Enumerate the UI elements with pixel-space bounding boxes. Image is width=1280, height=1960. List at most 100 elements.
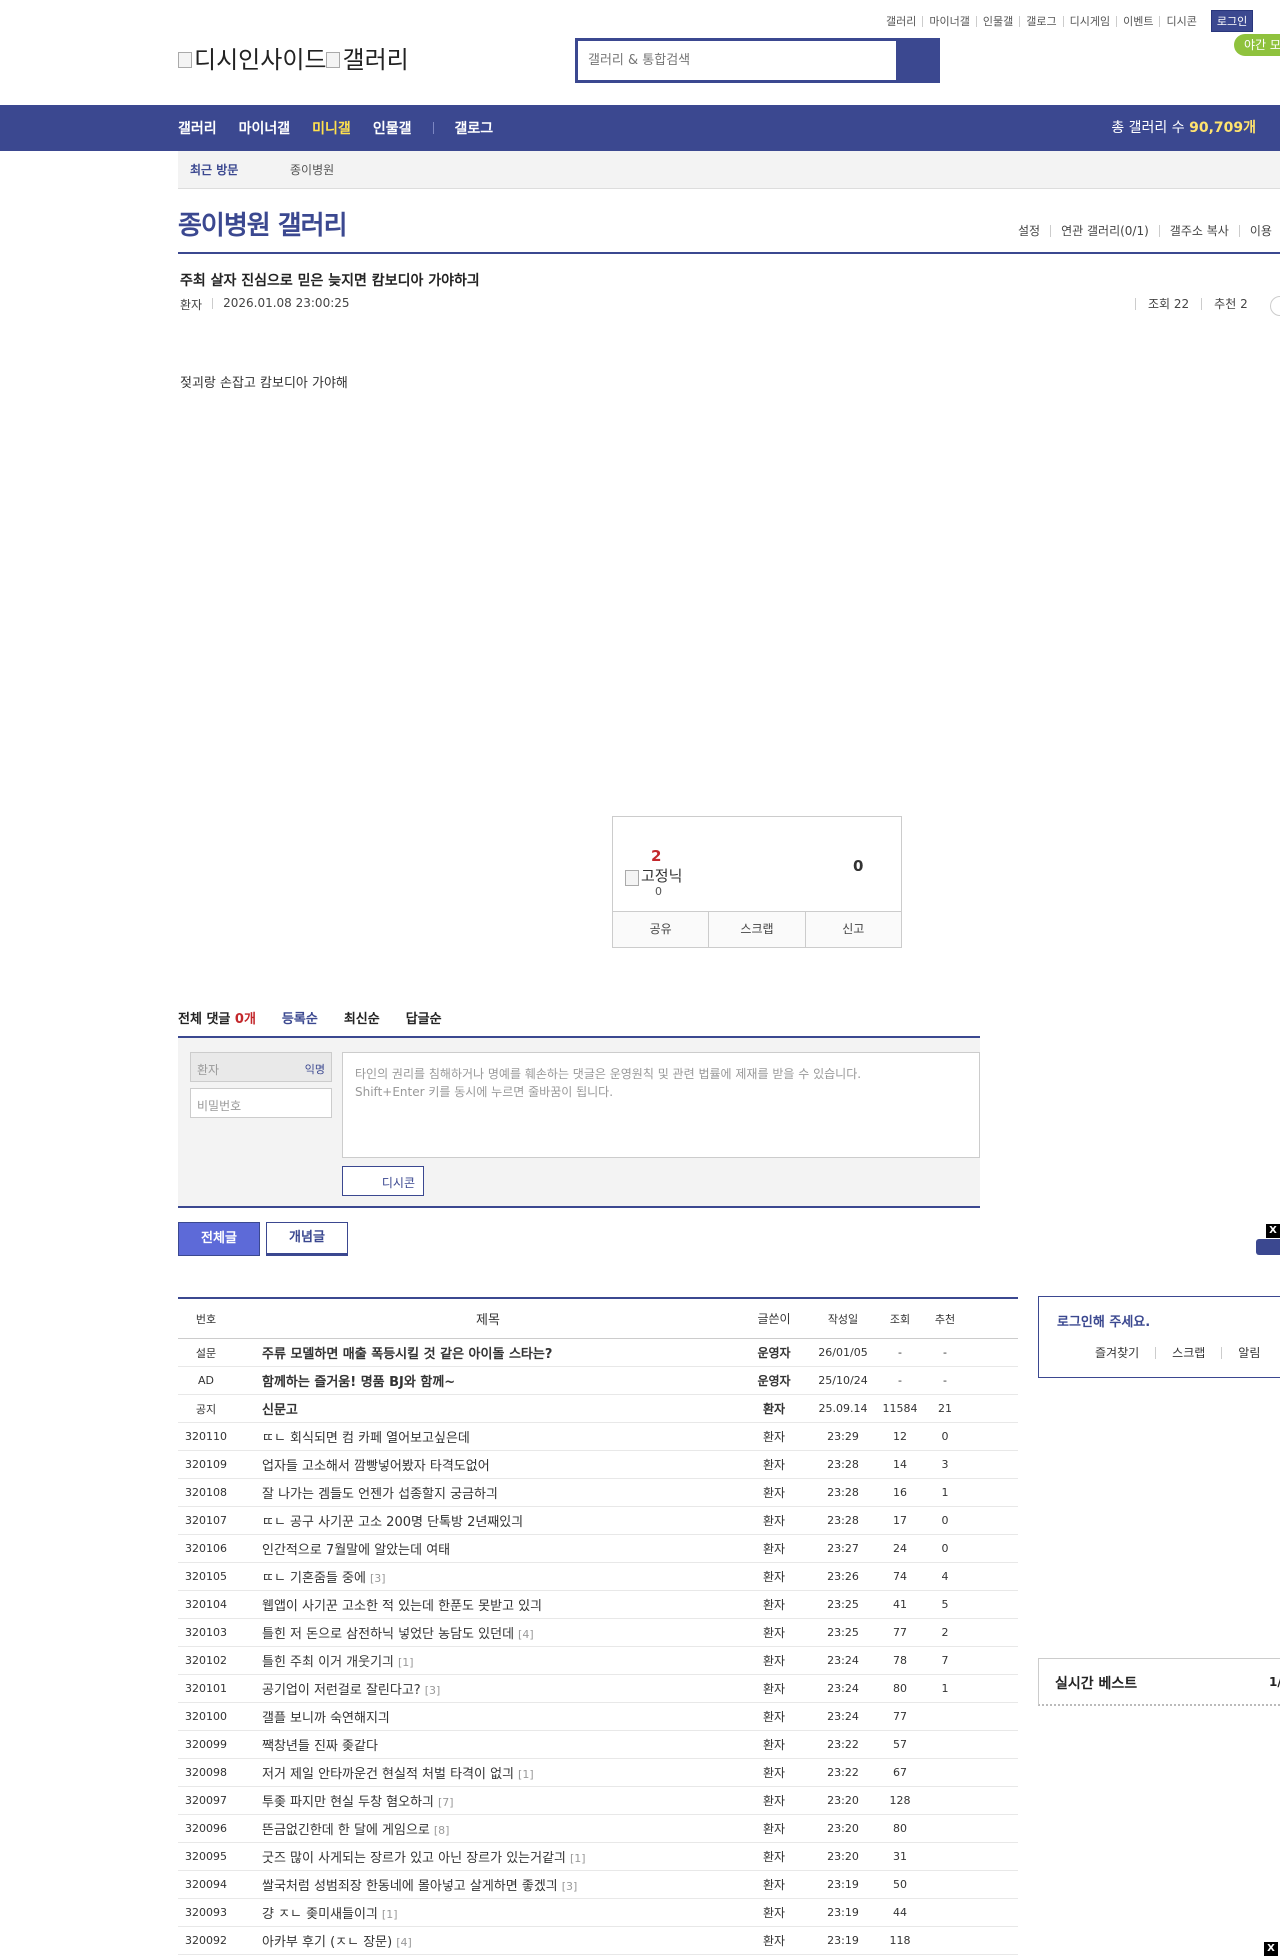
row-writer[interactable]: 환자 — [742, 1876, 806, 1893]
gallery-settings-link[interactable]: 설정 — [1008, 225, 1050, 237]
nav-item-person[interactable]: 인물갤 — [373, 118, 412, 138]
row-title[interactable]: 공기업이 저런걸로 잘린다고? [3] — [234, 1679, 742, 1698]
night-mode-toggle[interactable]: 야간 모 — [1234, 34, 1280, 56]
nav-item-mini[interactable]: 미니갤 — [312, 118, 351, 138]
sort-by-registered[interactable]: 등록순 — [282, 1008, 318, 1027]
recent-visit-item[interactable]: 종이병원 — [290, 161, 334, 178]
nav-item-gallery[interactable]: 갤러리 — [178, 118, 217, 138]
usage-link[interactable]: 이용 — [1238, 225, 1280, 237]
share-button[interactable]: 공유 — [613, 912, 708, 947]
row-title-text[interactable]: 함께하는 즐거움! 명품 BJ와 함께~ — [262, 1375, 455, 1390]
search-input[interactable] — [578, 41, 896, 80]
scrap-link[interactable]: 스크랩 — [1155, 1347, 1221, 1359]
row-comment-count[interactable]: [1] — [570, 1852, 586, 1865]
row-writer[interactable]: 환자 — [742, 1456, 806, 1473]
row-title[interactable]: 갤플 보니까 숙연해지긔 — [234, 1707, 742, 1726]
row-title[interactable]: 쌀국처럼 성범죄장 한동네에 몰아넣고 살게하면 좋겠긔 [3] — [234, 1875, 742, 1894]
row-title[interactable]: 함께하는 즐거움! 명품 BJ와 함께~ — [234, 1371, 742, 1390]
row-title[interactable]: 신문고 — [234, 1399, 742, 1418]
comment-textarea[interactable]: 타인의 권리를 침해하거나 명예를 훼손하는 댓글은 운영원칙 및 관련 법률에… — [342, 1052, 980, 1158]
favorites-link[interactable]: 즐겨찾기 — [1087, 1347, 1155, 1359]
row-title-text[interactable]: ㄸㄴ 기혼줌들 중에 — [262, 1571, 366, 1586]
row-title[interactable]: 업자들 고소해서 깜빵넣어봤자 타격도없어 — [234, 1455, 742, 1474]
row-title-text[interactable]: 짹창년들 진짜 좆같다 — [262, 1739, 378, 1754]
row-title-text[interactable]: 주류 모델하면 매출 폭등시킬 것 같은 아이돌 스타는? — [262, 1347, 552, 1362]
table-row[interactable]: 320098 저거 제일 안타까운건 현실적 처벌 타격이 없긔 [1] 환자 23:2… — [178, 1759, 1018, 1787]
row-writer[interactable]: 환자 — [742, 1848, 806, 1865]
row-title[interactable]: 인간적으로 7월말에 알았는데 여태 — [234, 1539, 742, 1558]
row-title[interactable]: ㄸㄴ 회식되면 컴 카페 열어보고싶은데 — [234, 1427, 742, 1446]
row-writer[interactable]: 환자 — [742, 1540, 806, 1557]
row-title-text[interactable]: 틀힌 주최 이거 개웃기긔 — [262, 1655, 394, 1670]
gallery-title[interactable]: 종이병원 갤러리 — [178, 205, 347, 242]
row-comment-count[interactable]: [4] — [396, 1936, 412, 1949]
util-link-event[interactable]: 이벤트 — [1116, 15, 1159, 27]
row-title[interactable]: ㄸㄴ 기혼줌들 중에 [3] — [234, 1567, 742, 1586]
table-row[interactable]: AD 함께하는 즐거움! 명품 BJ와 함께~ 운영자 25/10/24 - - — [178, 1367, 1018, 1395]
table-row[interactable]: 320093 걍 ㅈㄴ 좆미새들이긔 [1] 환자 23:19 44 — [178, 1899, 1018, 1927]
row-title-text[interactable]: 뜬금없긴한데 한 달에 게임으로 — [262, 1823, 430, 1838]
row-writer[interactable]: 환자 — [742, 1428, 806, 1445]
row-writer[interactable]: 환자 — [742, 1932, 806, 1949]
recent-visit-label[interactable]: 최근 방문 — [178, 161, 290, 178]
table-row[interactable]: 320095 굿즈 많이 사게되는 장르가 있고 아닌 장르가 있는거같긔 [1] 환… — [178, 1843, 1018, 1871]
row-writer[interactable]: 환자 — [742, 1680, 806, 1697]
notification-link[interactable]: 알림 — [1221, 1347, 1276, 1359]
row-writer[interactable]: 환자 — [742, 1708, 806, 1725]
row-title[interactable]: 뜬금없긴한데 한 달에 게임으로 [8] — [234, 1819, 742, 1838]
util-link-dccon[interactable]: 디시콘 — [1159, 15, 1202, 27]
row-title-text[interactable]: 인간적으로 7월말에 알았는데 여태 — [262, 1543, 450, 1558]
row-writer[interactable]: 환자 — [742, 1764, 806, 1781]
table-row[interactable]: 320094 쌀국처럼 성범죄장 한동네에 몰아넣고 살게하면 좋겠긔 [3] 환자 2… — [178, 1871, 1018, 1899]
row-writer[interactable]: 운영자 — [742, 1344, 806, 1361]
row-writer[interactable]: 환자 — [742, 1484, 806, 1501]
realtime-best-page[interactable]: 1/ — [1269, 1675, 1280, 1689]
comment-password-field[interactable]: 비밀번호 — [190, 1088, 332, 1118]
table-row[interactable]: 320092 아카부 후기 (ㅈㄴ 장문) [4] 환자 23:19 118 — [178, 1927, 1018, 1955]
row-writer[interactable]: 환자 — [742, 1736, 806, 1753]
close-icon[interactable]: X — [1266, 1224, 1280, 1238]
row-title-text[interactable]: 갤플 보니까 숙연해지긔 — [262, 1711, 390, 1726]
row-title[interactable]: 틀힌 저 돈으로 삼전하닉 넣었단 농담도 있던데 [4] — [234, 1623, 742, 1642]
table-row[interactable]: 320103 틀힌 저 돈으로 삼전하닉 넣었단 농담도 있던데 [4] 환자 23:2… — [178, 1619, 1018, 1647]
row-writer[interactable]: 환자 — [742, 1792, 806, 1809]
row-title-text[interactable]: 잘 나가는 겜들도 언젠가 섭종할지 궁금하긔 — [262, 1487, 498, 1502]
row-title-text[interactable]: 업자들 고소해서 깜빵넣어봤자 타격도없어 — [262, 1459, 490, 1474]
row-title[interactable]: 굿즈 많이 사게되는 장르가 있고 아닌 장르가 있는거같긔 [1] — [234, 1847, 742, 1866]
row-writer[interactable]: 환자 — [742, 1400, 806, 1417]
sort-by-replies[interactable]: 답글순 — [406, 1008, 442, 1027]
login-button[interactable]: 로그인 — [1210, 10, 1254, 32]
comment-name-field[interactable]: 환자 익명 — [190, 1052, 332, 1082]
table-row[interactable]: 320109 업자들 고소해서 깜빵넣어봤자 타격도없어 환자 23:28 14 3 — [178, 1451, 1018, 1479]
util-link-gallery[interactable]: 갤러리 — [880, 16, 922, 27]
row-writer[interactable]: 환자 — [742, 1652, 806, 1669]
util-link-game[interactable]: 디시게임 — [1062, 15, 1116, 27]
row-comment-count[interactable]: [7] — [438, 1796, 454, 1809]
table-row[interactable]: 320107 ㄸㄴ 공구 사기꾼 고소 200명 단톡방 2년째있긔 환자 23:28… — [178, 1507, 1018, 1535]
side-banner-edge[interactable] — [1256, 1239, 1280, 1255]
row-comment-count[interactable]: [1] — [382, 1908, 398, 1921]
row-title-text[interactable]: ㄸㄴ 공구 사기꾼 고소 200명 단톡방 2년째있긔 — [262, 1515, 523, 1530]
table-row[interactable]: 320101 공기업이 저런걸로 잘린다고? [3] 환자 23:24 80 1 — [178, 1675, 1018, 1703]
row-title[interactable]: 저거 제일 안타까운건 현실적 처벌 타격이 없긔 [1] — [234, 1763, 742, 1782]
row-comment-count[interactable]: [1] — [398, 1656, 414, 1669]
row-title-text[interactable]: 굿즈 많이 사게되는 장르가 있고 아닌 장르가 있는거같긔 — [262, 1851, 566, 1866]
row-title[interactable]: 잘 나가는 겜들도 언젠가 섭종할지 궁금하긔 — [234, 1483, 742, 1502]
row-writer[interactable]: 환자 — [742, 1820, 806, 1837]
row-title[interactable]: 주류 모델하면 매출 폭등시킬 것 같은 아이돌 스타는? — [234, 1343, 742, 1362]
table-row[interactable]: 320097 투좆 파지만 현실 두창 혐오하긔 [7] 환자 23:20 128 — [178, 1787, 1018, 1815]
row-title-text[interactable]: 투좆 파지만 현실 두창 혐오하긔 — [262, 1795, 434, 1810]
row-comment-count[interactable]: [4] — [518, 1628, 534, 1641]
sort-by-latest[interactable]: 최신순 — [344, 1008, 380, 1027]
row-comment-count[interactable]: [3] — [562, 1880, 578, 1893]
table-row[interactable]: 320108 잘 나가는 겜들도 언젠가 섭종할지 궁금하긔 환자 23:28 16 1 — [178, 1479, 1018, 1507]
row-comment-count[interactable]: [1] — [518, 1768, 534, 1781]
table-row[interactable]: 공지 신문고 환자 25.09.14 11584 21 — [178, 1395, 1018, 1423]
table-row[interactable]: 설문 주류 모델하면 매출 폭등시킬 것 같은 아이돌 스타는? 운영자 26/01/… — [178, 1339, 1018, 1367]
related-gallery-link[interactable]: 연관 갤러리(0/1) — [1050, 225, 1159, 237]
table-row[interactable]: 320096 뜬금없긴한데 한 달에 게임으로 [8] 환자 23:20 80 — [178, 1815, 1018, 1843]
row-title[interactable]: ㄸㄴ 공구 사기꾼 고소 200명 단톡방 2년째있긔 — [234, 1511, 742, 1530]
row-title-text[interactable]: 아카부 후기 (ㅈㄴ 장문) — [262, 1935, 392, 1950]
util-link-minor[interactable]: 마이너갤 — [922, 15, 975, 27]
row-title-text[interactable]: 쌀국처럼 성범죄장 한동네에 몰아넣고 살게하면 좋겠긔 — [262, 1879, 558, 1894]
